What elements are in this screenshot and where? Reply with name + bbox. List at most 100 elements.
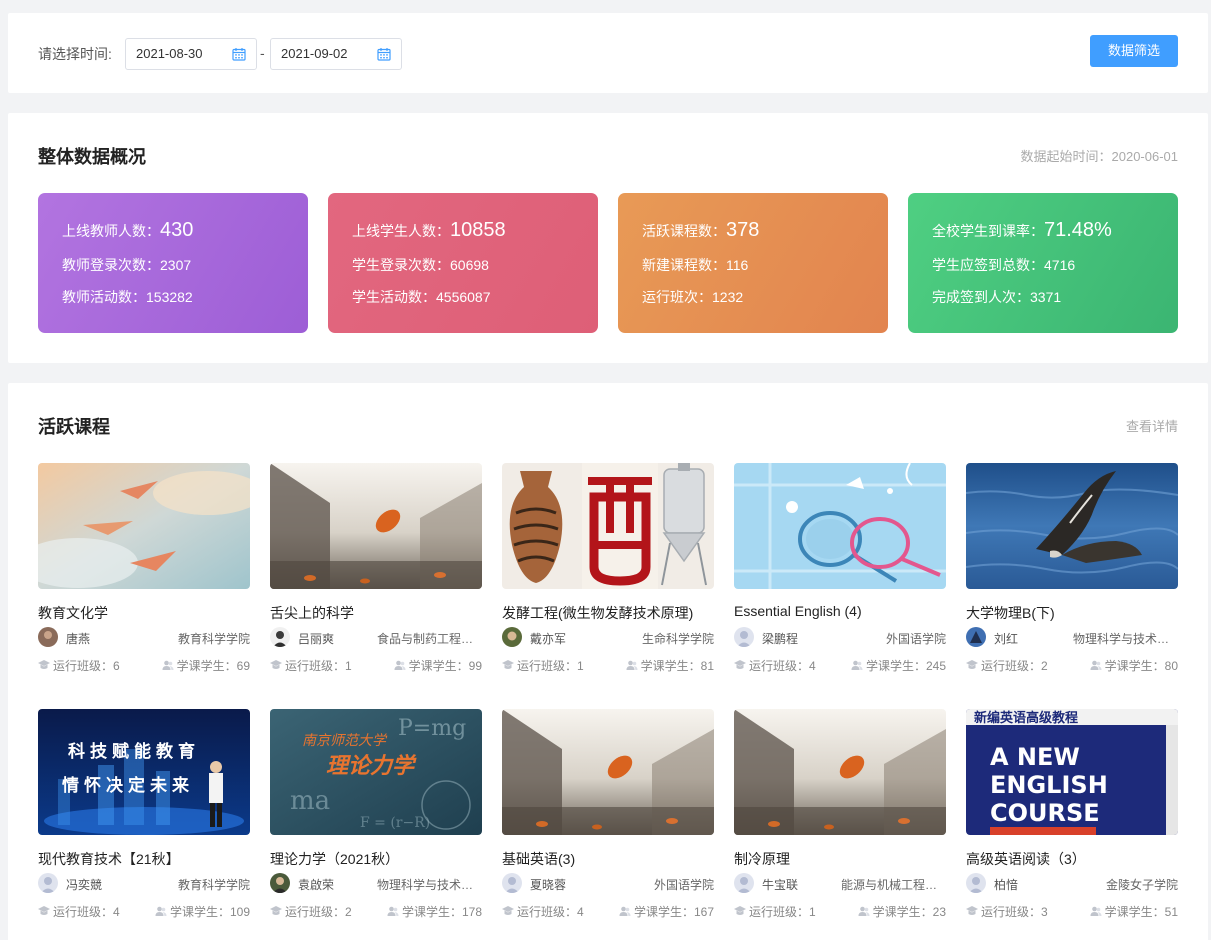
course-card[interactable]: 科技赋能教育 情怀决定未来 现代教育技术【21秋】 冯奕競 教育科学学院 运行班… <box>38 709 250 935</box>
students-label: 学课学生： <box>633 905 694 919</box>
users-icon <box>858 906 870 916</box>
course-name[interactable]: 制冷原理 <box>734 849 946 869</box>
course-name[interactable]: 理论力学（2021秋） <box>270 849 482 869</box>
stat-value: 4556087 <box>436 289 491 305</box>
classes-label: 运行班级： <box>981 905 1042 919</box>
teacher-name: 刘红 <box>994 632 1019 646</box>
stat-value: 3371 <box>1030 289 1062 305</box>
course-name[interactable]: 舌尖上的科学 <box>270 603 482 623</box>
course-cover-autumn-leaf[interactable] <box>734 709 946 835</box>
start-date-input[interactable]: 2021-08-30 <box>125 38 257 70</box>
course-cover-seabird[interactable] <box>966 463 1178 589</box>
students-label: 学课学生： <box>872 905 933 919</box>
students-label: 学课学生： <box>1104 905 1165 919</box>
college-name: 教育科学学院 <box>177 878 250 892</box>
students-label: 学课学生： <box>401 905 462 919</box>
students-label: 学课学生： <box>169 905 230 919</box>
calendar-icon[interactable] <box>377 47 391 61</box>
classes-label: 运行班级： <box>749 659 810 673</box>
course-cover-fermentation[interactable] <box>502 463 714 589</box>
course-card[interactable]: 大学物理B(下) 刘红 物理科学与技术学院 运行班级：2 学课学生：80 <box>966 463 1178 689</box>
course-name[interactable]: 教育文化学 <box>38 603 250 623</box>
classes-count: 3 <box>1041 905 1048 919</box>
college-name: 教育科学学院 <box>177 632 250 646</box>
classes-label: 运行班级： <box>53 659 114 673</box>
cover-text-line1: A NEW <box>990 743 1080 771</box>
students-count: 23 <box>932 905 946 919</box>
teacher-name: 冯奕競 <box>66 878 103 892</box>
course-card[interactable]: P=mg ma F = (r−R) 南京师范大学 理论力学 理论力学（2021秋… <box>270 709 482 935</box>
stat-value: 116 <box>726 257 749 273</box>
users-icon <box>155 906 167 916</box>
classes-label: 运行班级： <box>517 905 578 919</box>
view-details-link[interactable]: 查看详情 <box>1126 416 1178 435</box>
course-cover-theoretical-mechanics[interactable]: P=mg ma F = (r−R) 南京师范大学 理论力学 <box>270 709 482 835</box>
users-icon <box>619 906 631 916</box>
course-card[interactable]: Essential English (4) 梁鹏程 外国语学院 运行班级：4 学… <box>734 463 946 689</box>
active-courses-panel: 活跃课程 查看详情 教育文化学 唐燕 教育科学学院 运行班级：6 学课学生：69 <box>8 383 1208 940</box>
course-card[interactable]: 制冷原理 牛宝联 能源与机械工程学院 运行班级：1 学课学生：23 <box>734 709 946 935</box>
course-cover-paper-planes[interactable] <box>38 463 250 589</box>
students-count: 167 <box>693 905 714 919</box>
course-cover-badminton[interactable] <box>734 463 946 589</box>
graduation-cap-icon <box>38 906 50 915</box>
course-name[interactable]: 基础英语(3) <box>502 849 714 869</box>
stat-label: 完成签到人次： <box>932 289 1030 305</box>
graduation-cap-icon <box>734 906 746 915</box>
users-icon <box>394 660 406 670</box>
college-name: 生命科学学院 <box>641 632 714 646</box>
course-card[interactable]: 新编英语高级教程 A NEW ENGLISH COURSE 高级英语阅读（3） … <box>966 709 1178 935</box>
default-avatar-icon <box>734 873 754 893</box>
course-cover-autumn-leaf[interactable] <box>270 463 482 589</box>
course-name[interactable]: Essential English (4) <box>734 603 946 619</box>
stat-label: 运行班次： <box>642 289 712 305</box>
teacher-name: 唐燕 <box>66 632 91 646</box>
students-label: 学课学生： <box>176 659 237 673</box>
users-icon <box>626 660 638 670</box>
data-start-time: 数据起始时间：2020-06-01 <box>1020 149 1179 164</box>
date-filter-label: 请选择时间: <box>38 46 112 62</box>
attendance-stats-card: 全校学生到课率：71.48% 学生应签到总数：4716 完成签到人次：3371 <box>908 193 1178 333</box>
classes-count: 4 <box>577 905 584 919</box>
end-date-input[interactable]: 2021-09-02 <box>270 38 402 70</box>
date-range-separator: - <box>260 45 265 61</box>
course-card[interactable]: 基础英语(3) 夏晓蓉 外国语学院 运行班级：4 学课学生：167 <box>502 709 714 935</box>
date-filter-panel: 请选择时间: 2021-08-30 - 2021-09-02 数据筛选 <box>8 13 1208 93</box>
cover-text-line2: 理论力学 <box>326 753 417 779</box>
course-cover-tech-education[interactable]: 科技赋能教育 情怀决定未来 <box>38 709 250 835</box>
teacher-name: 戴亦军 <box>530 632 567 646</box>
graduation-cap-icon <box>502 660 514 669</box>
classes-label: 运行班级： <box>285 659 346 673</box>
start-date-value: 2021-08-30 <box>136 46 203 61</box>
graduation-cap-icon <box>502 906 514 915</box>
course-cover-autumn-leaf[interactable] <box>502 709 714 835</box>
classes-count: 2 <box>345 905 352 919</box>
students-count: 109 <box>229 905 250 919</box>
svg-text:ma: ma <box>290 786 330 816</box>
course-name[interactable]: 高级英语阅读（3） <box>966 849 1178 869</box>
course-name[interactable]: 发酵工程(微生物发酵技术原理) <box>502 603 714 623</box>
course-card[interactable]: 舌尖上的科学 吕丽爽 食品与制药工程学院 运行班级：1 学课学生：99 <box>270 463 482 689</box>
teacher-name: 柏愔 <box>994 878 1019 892</box>
calendar-icon[interactable] <box>232 47 246 61</box>
college-name: 能源与机械工程学院 <box>841 878 946 892</box>
course-card[interactable]: 发酵工程(微生物发酵技术原理) 戴亦军 生命科学学院 运行班级：1 学课学生：8… <box>502 463 714 689</box>
active-courses-title: 活跃课程 <box>38 417 110 437</box>
college-name: 金陵女子学院 <box>1105 878 1178 892</box>
teacher-avatar <box>270 873 290 893</box>
stat-value: 60698 <box>450 257 489 273</box>
course-cover-english-textbook[interactable]: 新编英语高级教程 A NEW ENGLISH COURSE <box>966 709 1178 835</box>
stat-value: 430 <box>160 219 194 241</box>
stat-label: 教师活动数： <box>62 289 146 305</box>
students-count: 69 <box>236 659 250 673</box>
course-name[interactable]: 大学物理B(下) <box>966 603 1178 623</box>
course-name[interactable]: 现代教育技术【21秋】 <box>38 849 250 869</box>
end-date-value: 2021-09-02 <box>281 46 348 61</box>
default-avatar-icon <box>966 873 986 893</box>
teacher-avatar <box>966 627 986 647</box>
stat-label: 教师登录次数： <box>62 257 160 273</box>
cover-text-line2: ENGLISH <box>990 771 1108 799</box>
cover-text-line3: COURSE <box>990 799 1100 827</box>
data-filter-button[interactable]: 数据筛选 <box>1090 35 1178 67</box>
course-card[interactable]: 教育文化学 唐燕 教育科学学院 运行班级：6 学课学生：69 <box>38 463 250 689</box>
